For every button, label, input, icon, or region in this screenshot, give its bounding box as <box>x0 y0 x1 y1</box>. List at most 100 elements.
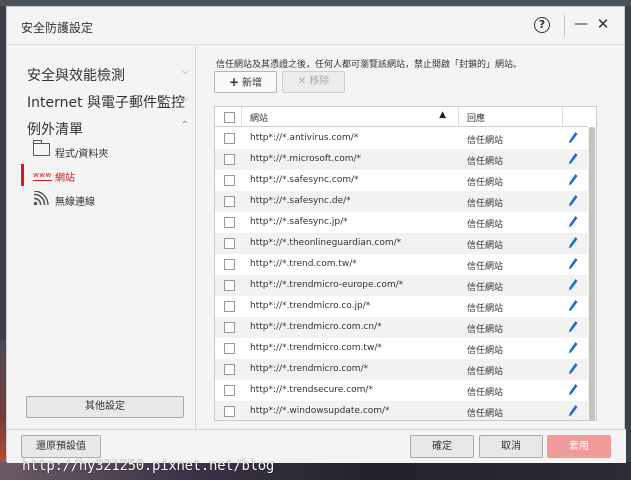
response-cell: 信任網站 <box>467 367 504 377</box>
row-checkbox[interactable] <box>224 280 235 291</box>
minimize-icon[interactable]: — <box>573 16 589 32</box>
table-row[interactable]: http*://*.windowsupdate.com/* 信任網站 <box>215 401 588 420</box>
response-cell: 信任網站 <box>467 325 504 335</box>
websites-table: 網站 ▲ 回應 http*://*.antivirus.com/* 信任網站 htt… <box>214 106 597 421</box>
row-checkbox[interactable] <box>224 364 235 375</box>
pencil-icon[interactable] <box>568 341 578 355</box>
other-settings-button[interactable]: 其他設定 <box>26 396 184 418</box>
pencil-icon[interactable] <box>568 131 578 145</box>
pencil-icon[interactable] <box>568 236 578 250</box>
row-checkbox[interactable] <box>224 217 235 228</box>
table-row[interactable]: http*://*.antivirus.com/* 信任網站 <box>215 128 588 149</box>
close-icon[interactable]: ✕ <box>595 16 611 32</box>
pencil-icon[interactable] <box>568 362 578 376</box>
row-checkbox[interactable] <box>224 133 235 144</box>
row-checkbox[interactable] <box>224 385 235 396</box>
nav-section-internet-email[interactable]: Internet 與電子郵件監控 ⌵ <box>27 92 189 112</box>
pencil-icon[interactable] <box>568 257 578 271</box>
pencil-icon[interactable] <box>568 194 578 208</box>
column-header-site[interactable]: 網站 ▲ <box>242 107 459 127</box>
pencil-icon[interactable] <box>568 299 578 313</box>
pencil-icon[interactable] <box>568 152 578 166</box>
title-divider <box>564 15 565 37</box>
row-checkbox[interactable] <box>224 259 235 270</box>
table-row[interactable]: http*://*.trendsecure.com/* 信任網站 <box>215 380 588 401</box>
site-cell: http*://*.theonlineguardian.com/* <box>250 238 402 248</box>
select-all-checkbox[interactable] <box>224 112 235 123</box>
sidebar-item-websites[interactable]: www 網站 <box>21 164 191 186</box>
table-row[interactable]: http*://*.trend.com.tw/* 信任網站 <box>215 254 588 275</box>
site-cell: http*://*.safesync.jp/* <box>250 217 348 227</box>
response-cell: 信任網站 <box>467 199 504 209</box>
nav-section-exception-list[interactable]: 例外清單 ⌃ <box>27 119 189 139</box>
site-cell: http*://*.trendmicro.com.cn/* <box>250 322 382 332</box>
chevron-down-icon: ⌵ <box>181 93 189 104</box>
table-row[interactable]: http*://*.safesync.com/* 信任網站 <box>215 170 588 191</box>
column-header-response[interactable]: 回應 <box>459 107 563 127</box>
sidebar-item-label: 程式/資料夾 <box>55 149 109 160</box>
table-row[interactable]: http*://*.theonlineguardian.com/* 信任網站 <box>215 233 588 254</box>
table-row[interactable]: http*://*.microsoft.com/* 信任網站 <box>215 149 588 170</box>
plus-icon: + <box>228 75 240 89</box>
window-title: 安全防護設定 <box>21 21 94 35</box>
sidebar-item-label: 無線連線 <box>55 197 95 208</box>
table-row[interactable]: http*://*.trendmicro.com.cn/* 信任網站 <box>215 317 588 338</box>
sidebar-item-programs-folders[interactable]: 程式/資料夾 <box>21 140 191 162</box>
pencil-icon[interactable] <box>568 383 578 397</box>
response-cell: 信任網站 <box>467 304 504 314</box>
pencil-icon[interactable] <box>568 278 578 292</box>
header-checkbox-cell <box>215 107 242 127</box>
row-checkbox[interactable] <box>224 238 235 249</box>
sidebar: 安全與效能檢測 ⌵ Internet 與電子郵件監控 ⌵ 例外清單 ⌃ 程式/資… <box>7 45 196 429</box>
table-row[interactable]: http*://*.trendmicro.com/* 信任網站 <box>215 359 588 380</box>
apply-button[interactable]: 套用 <box>547 435 611 458</box>
site-cell: http*://*.trendmicro-europe.com/* <box>250 280 404 290</box>
response-cell: 信任網站 <box>467 157 504 167</box>
nav-section-security-performance[interactable]: 安全與效能檢測 ⌵ <box>27 65 189 85</box>
site-cell: http*://*.trend.com.tw/* <box>250 259 357 269</box>
chevron-up-icon: ⌃ <box>180 120 189 131</box>
nav-section-label: 安全與效能檢測 <box>27 68 125 84</box>
row-checkbox[interactable] <box>224 196 235 207</box>
row-checkbox[interactable] <box>224 175 235 186</box>
row-checkbox[interactable] <box>224 406 235 417</box>
response-cell: 信任網站 <box>467 409 504 419</box>
table-row[interactable]: http*://*.trendmicro.com.tw/* 信任網站 <box>215 338 588 359</box>
row-checkbox[interactable] <box>224 343 235 354</box>
pencil-icon[interactable] <box>568 215 578 229</box>
sidebar-item-label: 網站 <box>55 173 75 184</box>
site-cell: http*://*.windowsupdate.com/* <box>250 406 390 416</box>
response-cell: 信任網站 <box>467 178 504 188</box>
table-row[interactable]: http*://*.safesync.de/* 信任網站 <box>215 191 588 212</box>
row-checkbox[interactable] <box>224 154 235 165</box>
cancel-button[interactable]: 取消 <box>479 435 543 458</box>
active-marker <box>21 164 24 186</box>
table-scrollbar[interactable] <box>588 127 596 420</box>
response-cell: 信任網站 <box>467 241 504 251</box>
chevron-down-icon: ⌵ <box>181 66 189 77</box>
help-icon[interactable]: ? <box>534 17 550 33</box>
pencil-icon[interactable] <box>568 173 578 187</box>
scrollbar-thumb[interactable] <box>589 127 595 420</box>
restore-defaults-button[interactable]: 還原預設值 <box>21 435 101 458</box>
table-row[interactable]: http*://*.trendmicro-europe.com/* 信任網站 <box>215 275 588 296</box>
response-cell: 信任網站 <box>467 388 504 398</box>
table-row[interactable]: http*://*.safesync.jp/* 信任網站 <box>215 212 588 233</box>
column-header-label: 網站 <box>250 114 269 124</box>
row-checkbox[interactable] <box>224 301 235 312</box>
title-bar: 安全防護設定 ? — ✕ <box>7 7 624 45</box>
wifi-icon <box>33 190 49 209</box>
table-row[interactable]: http*://*.trendmicro.co.jp/* 信任網站 <box>215 296 588 317</box>
main-panel: 信任網站及其憑證之後，任何人都可瀏覽該網站，禁止開啟「封鎖的」網站。 + 新增 ✕… <box>197 45 626 429</box>
ok-button[interactable]: 確定 <box>410 435 474 458</box>
sidebar-item-wireless[interactable]: 無線連線 <box>21 188 191 210</box>
pencil-icon[interactable] <box>568 320 578 334</box>
site-cell: http*://*.trendsecure.com/* <box>250 385 373 395</box>
add-button[interactable]: + 新增 <box>214 71 277 93</box>
row-checkbox[interactable] <box>224 322 235 333</box>
pencil-icon[interactable] <box>568 404 578 418</box>
nav-section-label: Internet 與電子郵件監控 <box>27 95 186 111</box>
response-cell: 信任網站 <box>467 283 504 293</box>
site-cell: http*://*.safesync.com/* <box>250 175 359 185</box>
remove-button[interactable]: ✕ 移除 <box>282 71 345 93</box>
